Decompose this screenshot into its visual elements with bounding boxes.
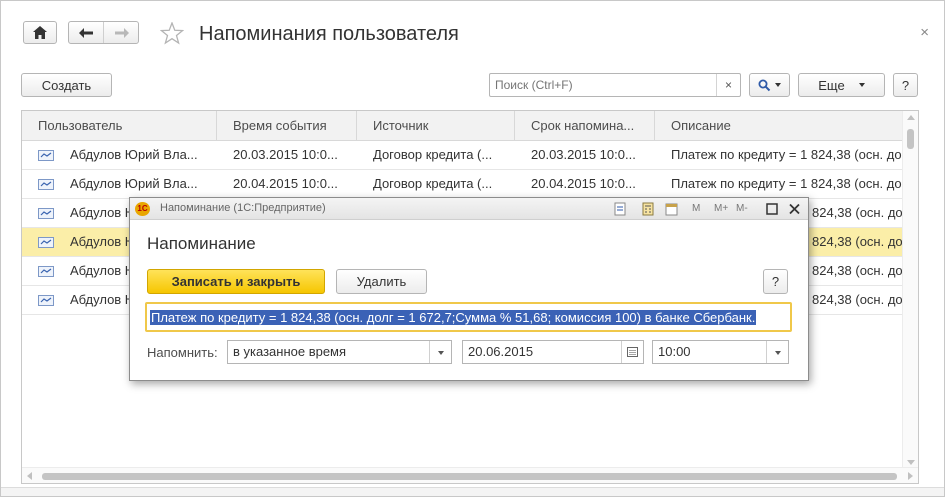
chevron-down-icon — [858, 83, 865, 87]
arrow-right-icon — [114, 27, 129, 38]
time-select[interactable]: 10:00 — [652, 340, 789, 364]
forward-button[interactable] — [104, 22, 139, 43]
search-clear-icon[interactable]: × — [716, 74, 740, 96]
dialog-help-button[interactable]: ? — [763, 269, 788, 294]
cell-user: Абдулов Юрий Вла... — [70, 176, 198, 191]
back-button[interactable] — [69, 22, 104, 43]
reminder-text-selection: Платеж по кредиту = 1 824,38 (осн. долг … — [150, 310, 757, 325]
search-box: × — [489, 73, 741, 97]
magnifier-icon — [758, 79, 771, 91]
create-button[interactable]: Создать — [21, 73, 112, 97]
calendar-picker-button[interactable] — [621, 341, 643, 363]
calendar-icon — [627, 347, 638, 357]
close-icon[interactable] — [789, 202, 800, 216]
memory-icon[interactable]: M — [692, 202, 700, 216]
dialog-heading: Напоминание — [147, 234, 256, 253]
more-button[interactable]: Еще — [798, 73, 885, 97]
scroll-down-icon[interactable] — [907, 460, 915, 465]
column-header-user[interactable]: Пользователь — [22, 111, 217, 141]
dialog-titlebar[interactable]: 1С Напоминание (1С:Предприятие) M M+ M- — [130, 198, 808, 220]
column-header-source[interactable]: Источник — [357, 111, 515, 141]
cell-user: Абдулов Юрий Вла... — [70, 147, 198, 162]
dialog-caption: Напоминание (1С:Предприятие) — [160, 202, 326, 214]
cell-description: 824,38 (осн. до — [812, 263, 902, 278]
reminder-dialog: 1С Напоминание (1С:Предприятие) M M+ M- … — [129, 197, 809, 381]
search-dropdown-button[interactable] — [749, 73, 790, 97]
reminder-row-icon — [38, 179, 54, 190]
column-header-description[interactable]: Описание — [655, 111, 902, 141]
cell-description: 824,38 (осн. до — [812, 234, 902, 249]
cell-description: 824,38 (осн. до — [812, 205, 902, 220]
home-button[interactable] — [23, 21, 57, 44]
search-input[interactable] — [490, 74, 716, 96]
save-and-close-button[interactable]: Записать и закрыть — [147, 269, 325, 294]
chevron-down-icon[interactable] — [429, 341, 451, 363]
remind-mode-select[interactable]: в указанное время — [227, 340, 452, 364]
remind-label: Напомнить: — [147, 345, 218, 360]
reminder-row-icon — [38, 295, 54, 306]
document-icon[interactable] — [614, 202, 626, 216]
vertical-scrollbar[interactable] — [902, 111, 918, 469]
date-field[interactable]: 20.06.2015 — [462, 340, 644, 364]
cell-description: Платеж по кредиту = 1 824,38 (осн. до — [671, 176, 902, 191]
arrow-left-icon — [79, 27, 93, 38]
reminder-row-icon — [38, 237, 54, 248]
memory-subtract-icon[interactable]: M- — [736, 202, 748, 216]
column-header-event-time[interactable]: Время события — [217, 111, 357, 141]
table-row[interactable]: Абдулов Юрий Вла... 20.03.2015 10:0... Д… — [22, 141, 902, 170]
reminder-row-icon — [38, 208, 54, 219]
cell-source: Договор кредита (... — [373, 147, 493, 162]
help-button[interactable]: ? — [893, 73, 918, 97]
reminder-row-icon — [38, 266, 54, 277]
cell-deadline: 20.03.2015 10:0... — [531, 147, 636, 162]
chevron-down-icon[interactable] — [766, 341, 788, 363]
cell-description: Платеж по кредиту = 1 824,38 (осн. до — [671, 147, 902, 162]
calendar-icon[interactable] — [665, 202, 678, 216]
reminder-row-icon — [38, 150, 54, 161]
horizontal-scroll-thumb[interactable] — [42, 473, 897, 480]
calculator-icon[interactable] — [642, 202, 654, 216]
date-value: 20.06.2015 — [468, 344, 534, 359]
nav-group — [68, 21, 139, 44]
cell-event-time: 20.04.2015 10:0... — [233, 176, 338, 191]
scroll-left-icon[interactable] — [27, 472, 32, 480]
chevron-down-icon — [775, 83, 781, 87]
star-icon[interactable] — [160, 22, 184, 45]
cell-event-time: 20.03.2015 10:0... — [233, 147, 338, 162]
cell-deadline: 20.04.2015 10:0... — [531, 176, 636, 191]
remind-mode-value: в указанное время — [233, 344, 347, 359]
table-row[interactable]: Абдулов Юрий Вла... 20.04.2015 10:0... Д… — [22, 170, 902, 199]
vertical-scroll-thumb[interactable] — [907, 129, 914, 149]
time-value: 10:00 — [658, 344, 691, 359]
more-label: Еще — [818, 77, 845, 93]
close-icon[interactable]: × — [920, 24, 929, 41]
reminder-text-field[interactable]: Платеж по кредиту = 1 824,38 (осн. долг … — [145, 302, 792, 332]
cell-description: 824,38 (осн. до — [812, 292, 902, 307]
app-window: Напоминания пользователя × Создать × Еще… — [0, 0, 945, 497]
delete-button[interactable]: Удалить — [336, 269, 427, 294]
1c-logo-icon: 1С — [135, 202, 150, 216]
page-title: Напоминания пользователя — [199, 23, 459, 45]
scroll-up-icon[interactable] — [907, 115, 915, 120]
maximize-icon[interactable] — [766, 202, 778, 216]
memory-add-icon[interactable]: M+ — [714, 202, 728, 216]
column-header-deadline[interactable]: Срок напомина... — [515, 111, 655, 141]
cell-source: Договор кредита (... — [373, 176, 493, 191]
table-header: Пользователь Время события Источник Срок… — [22, 111, 902, 141]
scroll-right-icon[interactable] — [908, 472, 913, 480]
horizontal-scrollbar[interactable] — [22, 467, 918, 483]
home-icon — [33, 26, 47, 39]
